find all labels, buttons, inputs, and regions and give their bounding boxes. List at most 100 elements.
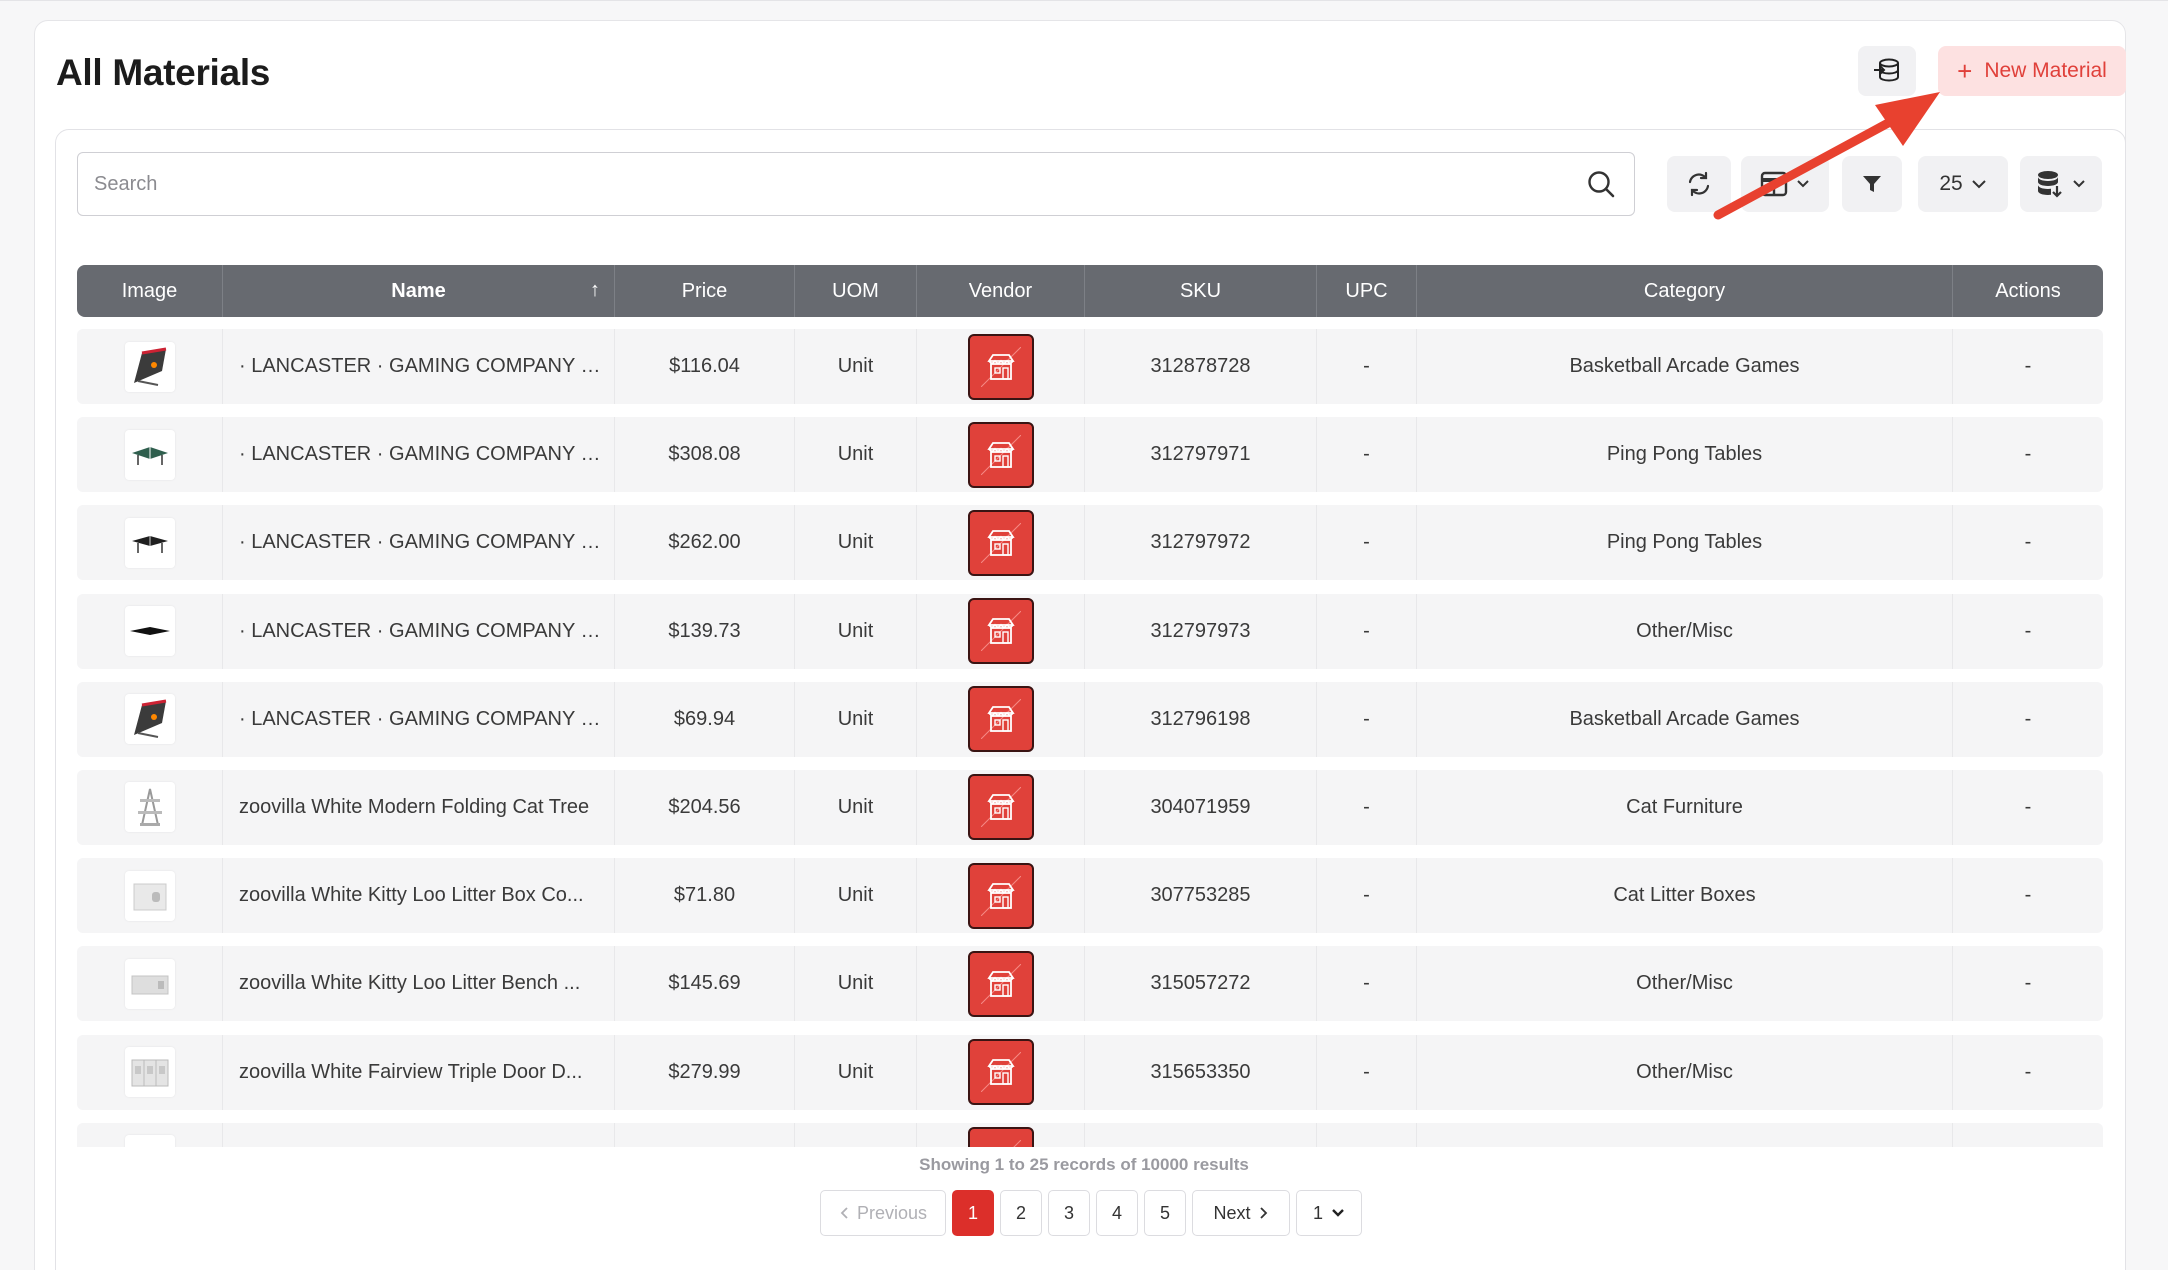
cell-name[interactable]: zoovilla White Kitty Loo Litter Bench ..… (223, 946, 615, 1022)
table-body: · LANCASTER · GAMING COMPANY Sp... $116.0… (77, 329, 2103, 1147)
cell-name[interactable]: · LANCASTER · GAMING COMPANY Sp... (223, 329, 615, 404)
table-row[interactable] (77, 1122, 2103, 1147)
product-thumbnail[interactable] (124, 429, 175, 480)
product-thumbnail[interactable] (124, 870, 175, 921)
column-toggle-button[interactable] (1741, 156, 1829, 212)
table-row[interactable]: zoovilla White Kitty Loo Litter Bench ..… (77, 946, 2103, 1022)
cell-name[interactable]: zoovilla White Modern Folding Cat Tree (223, 769, 615, 845)
filter-button[interactable] (1842, 156, 1902, 212)
column-header-uom[interactable]: UOM (795, 265, 917, 317)
cell-actions[interactable]: - (1953, 858, 2103, 933)
next-page-button[interactable]: Next (1192, 1190, 1290, 1236)
product-thumbnail[interactable] (124, 694, 175, 745)
cell-name[interactable]: · LANCASTER · GAMING COMPANY Of... (223, 505, 615, 581)
product-thumbnail[interactable] (124, 1135, 175, 1147)
chevron-down-icon (1332, 1209, 1344, 1217)
vendor-store-icon (980, 522, 1021, 563)
table-row[interactable]: zoovilla White Fairview Triple Door D...… (77, 1034, 2103, 1110)
cell-actions[interactable]: - (1953, 682, 2103, 757)
table-row[interactable]: · LANCASTER · GAMING COMPANY 2-... $69.94… (77, 681, 2103, 757)
refresh-button[interactable] (1667, 156, 1731, 212)
cell-actions[interactable]: - (1953, 417, 2103, 492)
column-header-image: Image (77, 265, 223, 317)
vendor-logo[interactable] (967, 950, 1034, 1017)
table-header: Image Name ↑ Price UOM Vendor SKU UPC Cat… (77, 265, 2103, 317)
column-header-vendor[interactable]: Vendor (917, 265, 1085, 317)
cell-name[interactable]: · LANCASTER · GAMING COMPANY Of... (223, 417, 615, 493)
cell-actions[interactable]: - (1953, 505, 2103, 580)
page-button-3[interactable]: 3 (1048, 1190, 1090, 1236)
page-button-1[interactable]: 1 (952, 1190, 994, 1236)
product-thumbnail[interactable] (124, 341, 175, 392)
vendor-store-icon (980, 699, 1021, 740)
page-button-4[interactable]: 4 (1096, 1190, 1138, 1236)
vendor-logo[interactable] (967, 1127, 1034, 1147)
search-icon[interactable] (1586, 169, 1616, 199)
cell-category: Cat Furniture (1417, 769, 1953, 845)
table-row[interactable]: · LANCASTER · GAMING COMPANY Of... $308.0… (77, 417, 2103, 493)
vendor-store-icon (980, 963, 1021, 1004)
cell-sku: 312796198 (1085, 681, 1317, 757)
vendor-logo[interactable] (967, 598, 1034, 665)
cell-sku: 307753285 (1085, 858, 1317, 934)
vendor-store-icon (980, 875, 1021, 916)
cell-vendor (917, 769, 1085, 845)
data-options-button[interactable] (2020, 156, 2102, 212)
cell-name[interactable]: · LANCASTER · GAMING COMPANY 2-... (223, 681, 615, 757)
table-row[interactable]: · LANCASTER · GAMING COMPANY Fo... $139.7… (77, 593, 2103, 669)
cell-upc: - (1317, 1034, 1417, 1110)
cell-vendor (917, 505, 1085, 581)
previous-page-button[interactable]: Previous (820, 1190, 946, 1236)
search-box[interactable] (77, 152, 1635, 216)
cell-name[interactable]: zoovilla White Fairview Triple Door D... (223, 1034, 615, 1110)
column-header-price[interactable]: Price (615, 265, 795, 317)
search-input[interactable] (94, 153, 1554, 215)
table-row[interactable]: · LANCASTER · GAMING COMPANY Of... $262.0… (77, 505, 2103, 581)
cell-upc: - (1317, 417, 1417, 493)
cell-vendor (917, 858, 1085, 934)
table-row[interactable]: zoovilla White Kitty Loo Litter Box Co..… (77, 858, 2103, 934)
table-row[interactable]: · LANCASTER · GAMING COMPANY Sp... $116.0… (77, 329, 2103, 404)
product-thumbnail[interactable] (124, 606, 175, 657)
page-jump-select[interactable]: 1 (1296, 1190, 1362, 1236)
new-material-button[interactable]: + New Material (1938, 46, 2126, 96)
vendor-logo[interactable] (967, 686, 1034, 753)
page-button-5[interactable]: 5 (1144, 1190, 1186, 1236)
column-header-sku[interactable]: SKU (1085, 265, 1317, 317)
product-thumbnail[interactable] (124, 517, 175, 568)
table-row[interactable]: zoovilla White Modern Folding Cat Tree $2… (77, 769, 2103, 845)
cell-actions[interactable]: - (1953, 594, 2103, 669)
product-thumbnail[interactable] (124, 1047, 175, 1097)
vendor-logo[interactable] (967, 509, 1034, 576)
cell-actions[interactable]: - (1953, 1035, 2103, 1110)
top-divider (0, 0, 2168, 1)
vendor-logo[interactable] (967, 421, 1034, 488)
product-thumbnail[interactable] (124, 958, 175, 1009)
cell-upc: - (1317, 858, 1417, 934)
product-thumbnail[interactable] (124, 782, 175, 833)
cell-upc: - (1317, 593, 1417, 669)
vendor-store-icon (980, 611, 1021, 652)
vendor-logo[interactable] (967, 774, 1034, 841)
cell-actions[interactable]: - (1953, 946, 2103, 1021)
cell-image (77, 1122, 223, 1147)
cell-name[interactable]: · LANCASTER · GAMING COMPANY Fo... (223, 593, 615, 669)
cell-price: $139.73 (615, 593, 795, 669)
cell-actions[interactable]: - (1953, 770, 2103, 845)
column-header-name[interactable]: Name ↑ (223, 265, 615, 317)
page-button-2[interactable]: 2 (1000, 1190, 1042, 1236)
column-header-category[interactable]: Category (1417, 265, 1953, 317)
sort-ascending-icon[interactable]: ↑ (590, 279, 600, 302)
cell-name[interactable]: zoovilla White Kitty Loo Litter Box Co..… (223, 858, 615, 934)
vendor-logo[interactable] (967, 333, 1034, 400)
cell-vendor (917, 1122, 1085, 1147)
column-header-upc[interactable]: UPC (1317, 265, 1417, 317)
cell-sku (1085, 1122, 1317, 1147)
vendor-logo[interactable] (967, 1039, 1034, 1105)
cell-price: $71.80 (615, 858, 795, 934)
page-size-select[interactable]: 25 (1918, 156, 2008, 212)
cell-actions[interactable]: - (1953, 329, 2103, 404)
vendor-logo[interactable] (967, 862, 1034, 929)
export-button[interactable] (1858, 46, 1916, 96)
cell-uom: Unit (795, 417, 917, 493)
